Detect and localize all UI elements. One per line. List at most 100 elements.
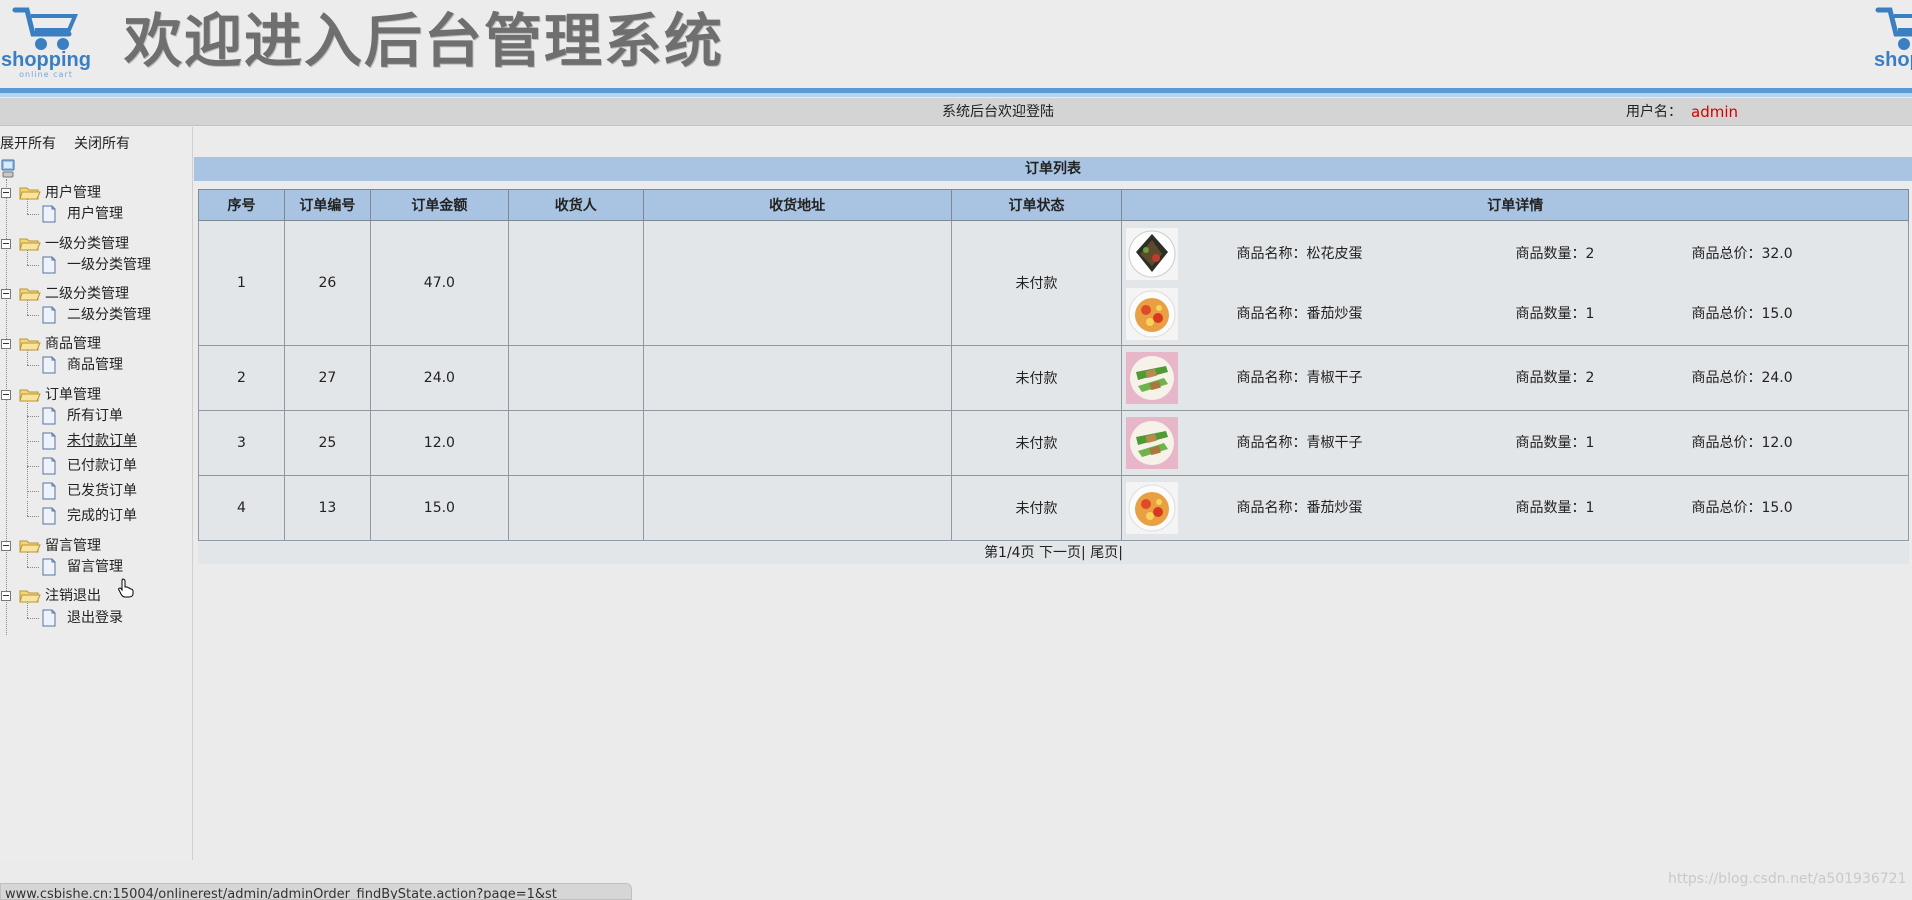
sidebar-item-paid-orders[interactable]: 已付款订单 xyxy=(0,455,190,477)
column-header: 收货人 xyxy=(507,189,644,221)
table-header-row: 序号 订单编号 订单金额 收货人 收货地址 订单状态 订单详情 xyxy=(198,189,1909,221)
browser-url-status: www.csbishe.cn:15004/onlinerest/admin/ad… xyxy=(0,883,632,900)
item-quantity: 商品数量：1 xyxy=(1515,435,1595,451)
item-name: 商品名称：番茄炒蛋 xyxy=(1236,500,1363,516)
sidebar-item-message-management[interactable]: 留言管理 xyxy=(0,552,190,578)
item-name: 商品名称：松花皮蛋 xyxy=(1236,246,1363,262)
next-page-link[interactable]: 下一页 xyxy=(1039,545,1081,561)
sidebar-group-category-level2[interactable]: 二级分类管理 xyxy=(0,283,190,305)
sidebar-group-user-management[interactable]: 用户管理 xyxy=(0,182,190,204)
item-total: 商品总价：15.0 xyxy=(1691,306,1793,322)
column-header: 订单详情 xyxy=(1121,189,1909,221)
item-name: 商品名称：青椒干子 xyxy=(1236,435,1363,451)
collapse-toggle-icon[interactable] xyxy=(1,541,11,551)
order-list-title: 订单列表 xyxy=(194,157,1912,181)
sidebar-item-product-management[interactable]: 商品管理 xyxy=(0,350,190,376)
cell-status: 未付款 xyxy=(950,475,1123,541)
last-page-link[interactable]: 尾页 xyxy=(1090,545,1118,561)
logo-text-right: shopping xyxy=(1874,49,1912,71)
sidebar-item-label: 二级分类管理 xyxy=(67,307,151,323)
page-icon xyxy=(42,482,56,500)
item-quantity: 商品数量：2 xyxy=(1515,370,1595,386)
sidebar-item-label: 退出登录 xyxy=(67,610,123,626)
order-item: 商品名称：番茄炒蛋 商品数量：1 商品总价：15.0 xyxy=(1122,478,1908,538)
sidebar-tree: 展开所有 关闭所有 用户管理 用户管理 一级分类管理 一级分类管理 二级分类管理 xyxy=(0,127,193,860)
watermark-text: https://blog.csdn.net/a501936721 xyxy=(1668,871,1907,887)
column-header: 收货地址 xyxy=(642,189,952,221)
sidebar-group-label: 注销退出 xyxy=(45,588,101,604)
order-table: 序号 订单编号 订单金额 收货人 收货地址 订单状态 订单详情 1 26 47.… xyxy=(198,189,1909,541)
sidebar-item-category-level1[interactable]: 一级分类管理 xyxy=(0,250,190,276)
sidebar-item-label: 已付款订单 xyxy=(67,458,137,474)
tree-line xyxy=(27,618,39,619)
sidebar-item-sign-out[interactable]: 退出登录 xyxy=(0,603,190,629)
collapse-toggle-icon[interactable] xyxy=(1,591,11,601)
cell-order-detail: 商品名称：番茄炒蛋 商品数量：1 商品总价：15.0 xyxy=(1121,475,1909,541)
header-banner: shopping online cart 欢迎进入后台管理系统 shopping xyxy=(0,0,1912,90)
open-folder-icon xyxy=(19,288,41,301)
cell-receiver xyxy=(507,220,644,346)
cell-seq: 2 xyxy=(198,345,285,411)
item-quantity: 商品数量：1 xyxy=(1515,500,1595,516)
cell-seq: 4 xyxy=(198,475,285,541)
open-folder-icon xyxy=(19,590,41,603)
order-item: 商品名称：青椒干子 商品数量：2 商品总价：24.0 xyxy=(1122,348,1908,408)
tomato-egg-dish-icon xyxy=(1126,288,1179,340)
preserved-egg-dish-icon xyxy=(1126,228,1179,280)
shopping-logo-right: shopping xyxy=(1874,4,1912,84)
cell-amount: 12.0 xyxy=(369,410,509,476)
cell-amount: 24.0 xyxy=(369,345,509,411)
tree-line xyxy=(27,516,39,517)
sidebar-group-category-level1[interactable]: 一级分类管理 xyxy=(0,233,190,255)
collapse-toggle-icon[interactable] xyxy=(1,339,11,349)
table-row: 3 25 12.0 未付款 商品名称：青椒干子 商品数量：1 商品总价：12.0 xyxy=(198,410,1909,476)
tree-line xyxy=(27,365,39,366)
tree-line xyxy=(27,199,28,214)
page-icon xyxy=(42,356,56,374)
cell-order-no: 26 xyxy=(283,220,371,346)
cell-order-detail: 商品名称：青椒干子 商品数量：1 商品总价：12.0 xyxy=(1121,410,1909,476)
sidebar-group-label: 留言管理 xyxy=(45,538,101,554)
open-folder-icon xyxy=(19,238,41,251)
collapse-toggle-icon[interactable] xyxy=(1,239,11,249)
sidebar-item-label: 所有订单 xyxy=(67,408,123,424)
open-folder-icon xyxy=(19,540,41,553)
collapse-toggle-icon[interactable] xyxy=(1,188,11,198)
open-folder-icon xyxy=(19,389,41,402)
shopping-cart-icon xyxy=(12,7,79,50)
shopping-cart-icon xyxy=(1875,7,1912,50)
welcome-text: 系统后台欢迎登陆 xyxy=(942,104,1054,120)
sidebar-group-message-management[interactable]: 留言管理 xyxy=(0,535,190,557)
hand-cursor-icon xyxy=(118,578,134,598)
page-icon xyxy=(42,558,56,576)
item-quantity: 商品数量：2 xyxy=(1515,246,1595,262)
sidebar-item-unpaid-orders[interactable]: 未付款订单 xyxy=(0,430,190,452)
collapse-toggle-icon[interactable] xyxy=(1,390,11,400)
open-folder-icon xyxy=(19,187,41,200)
order-item: 商品名称：青椒干子 商品数量：1 商品总价：12.0 xyxy=(1122,413,1908,473)
open-folder-icon xyxy=(19,338,41,351)
expand-all-link[interactable]: 展开所有 xyxy=(0,136,56,152)
sidebar-group-product-management[interactable]: 商品管理 xyxy=(0,333,190,355)
sidebar-item-shipped-orders[interactable]: 已发货订单 xyxy=(0,480,190,502)
cell-seq: 1 xyxy=(198,220,285,346)
sidebar-item-category-level2[interactable]: 二级分类管理 xyxy=(0,300,190,326)
sidebar-item-label: 未付款订单 xyxy=(67,433,137,449)
sidebar-group-order-management[interactable]: 订单管理 xyxy=(0,384,190,406)
tomato-egg-dish-icon xyxy=(1126,482,1179,534)
page-icon xyxy=(42,407,56,425)
sidebar-item-all-orders[interactable]: 所有订单 xyxy=(0,405,190,427)
sidebar-group-logout[interactable]: 注销退出 xyxy=(0,585,190,607)
page-icon xyxy=(42,457,56,475)
tree-line xyxy=(27,350,28,365)
sidebar-item-user-management[interactable]: 用户管理 xyxy=(0,199,190,225)
item-quantity: 商品数量：1 xyxy=(1515,306,1595,322)
collapse-toggle-icon[interactable] xyxy=(1,289,11,299)
username-value: admin xyxy=(1691,103,1738,121)
column-header: 订单金额 xyxy=(369,189,509,221)
page-icon xyxy=(42,306,56,324)
cell-receiver xyxy=(507,345,644,411)
close-all-link[interactable]: 关闭所有 xyxy=(74,136,130,152)
sidebar-item-completed-orders[interactable]: 完成的订单 xyxy=(0,501,190,527)
item-name: 商品名称：番茄炒蛋 xyxy=(1236,306,1363,322)
